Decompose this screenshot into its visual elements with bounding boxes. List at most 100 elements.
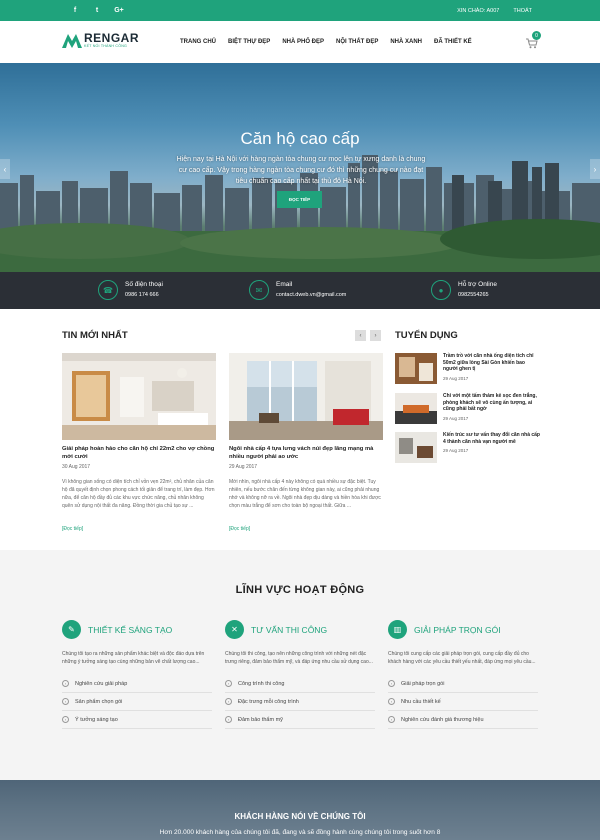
account-links: XIN CHÀO: A007 THOÁT (457, 0, 532, 21)
social-links: f t G+ (64, 0, 130, 21)
nav-item-townhouses[interactable]: NHÀ PHỐ ĐẸP (282, 39, 324, 45)
job-item[interactable]: Chỉ với một tấm thảm kẻ sọc đen trắng, p… (395, 393, 540, 427)
service-link[interactable]: › Ý tưởng sáng tạo (62, 711, 212, 729)
phone-icon: ☎ (98, 280, 118, 300)
hero-prev-button[interactable]: ‹ (0, 159, 10, 179)
chevron-right-icon: › (62, 680, 69, 687)
google-plus-icon[interactable]: G+ (108, 0, 130, 21)
logo-mark-icon (62, 34, 82, 48)
testimonials-heading: KHÁCH HÀNG NÓI VỀ CHÚNG TÔI (234, 812, 366, 821)
hero-title: Căn hộ cao cấp (240, 129, 360, 148)
chevron-right-icon: › (62, 716, 69, 723)
jobs-heading: TUYỂN DỤNG (395, 330, 458, 341)
news-image[interactable] (229, 353, 383, 440)
news-date: 30 Aug 2017 (62, 464, 91, 470)
news-card: Giải pháp hoàn hảo cho căn hộ chỉ 22m2 c… (62, 353, 216, 532)
service-link[interactable]: › Nghiên cứu đánh giá thương hiệu (388, 711, 538, 729)
service-link[interactable]: › Giải pháp trọn gói (388, 675, 538, 693)
news-prev-button[interactable]: ‹ (355, 330, 366, 341)
logo-tagline: KẾT NỐI THÀNH CÔNG (84, 44, 128, 48)
facebook-icon[interactable]: f (64, 0, 86, 21)
service-link[interactable]: › Sản phẩm chọn gói (62, 693, 212, 711)
job-item[interactable]: Kiến trúc sư tư vấn thay đổi căn nhà cấp… (395, 432, 540, 466)
email-icon: ✉ (249, 280, 269, 300)
service-desc: Chúng tôi tạo ra những sản phẩm khác biệ… (62, 651, 205, 665)
contact-bar: ☎ Số điện thoại 0986 174 666 ✉ Email con… (0, 272, 600, 309)
service-link[interactable]: › Đảm bảo thẩm mỹ (225, 711, 375, 729)
main-nav: TRANG CHỦ BIỆT THỰ ĐẸP NHÀ PHỐ ĐẸP NỘI T… (180, 21, 472, 63)
contact-online-title: Hỗ trợ Online (458, 281, 497, 288)
news-title[interactable]: Ngôi nhà cấp 4 tựa lưng vách núi đẹp lãn… (229, 445, 383, 461)
chevron-right-icon: › (388, 716, 395, 723)
chevron-right-icon: › (225, 716, 232, 723)
hero-next-button[interactable]: › (590, 159, 600, 179)
service-title[interactable]: GIẢI PHÁP TRỌN GÓI (414, 625, 501, 635)
contact-email-value[interactable]: contact.dweb.vn@gmail.com (276, 292, 346, 298)
chevron-right-icon: › (388, 680, 395, 687)
contact-online-value[interactable]: 0982554265 (458, 292, 489, 298)
contact-phone-value[interactable]: 0986 174 666 (125, 292, 159, 298)
chevron-right-icon: › (225, 698, 232, 705)
building-icon: ▥ (388, 620, 407, 639)
job-title[interactable]: Kiến trúc sư tư vấn thay đổi căn nhà cấp… (443, 432, 540, 445)
services-section: LĨNH VỰC HOẠT ĐỘNG ✎ THIẾT KẾ SÁNG TẠO C… (0, 550, 600, 780)
news-title[interactable]: Giải pháp hoàn hảo cho căn hộ chỉ 22m2 c… (62, 445, 216, 461)
service-column: ✕ TƯ VẤN THI CÔNG Chúng tôi thi công, tạ… (225, 620, 375, 729)
job-date: 29 Aug 2017 (443, 416, 469, 421)
news-heading: TIN MỚI NHẤT (62, 330, 128, 341)
twitter-icon[interactable]: t (86, 0, 108, 21)
chevron-right-icon: › (62, 698, 69, 705)
job-date: 29 Aug 2017 (443, 376, 469, 381)
logout-link[interactable]: THOÁT (513, 8, 532, 14)
nav-item-villas[interactable]: BIỆT THỰ ĐẸP (228, 39, 270, 45)
service-link[interactable]: › Công trình thi công (225, 675, 375, 693)
services-heading: LĨNH VỰC HOẠT ĐỘNG (235, 584, 365, 596)
chevron-right-icon: › (225, 680, 232, 687)
cart-button[interactable]: 0 (526, 31, 541, 49)
service-column: ▥ GIẢI PHÁP TRỌN GÓI Chúng tôi cung cấp … (388, 620, 538, 729)
news-image[interactable] (62, 353, 216, 440)
service-link[interactable]: › Đặc trưng mỗi công trình (225, 693, 375, 711)
news-image-kitchen (62, 353, 216, 440)
news-read-more-link[interactable]: [Đọc tiếp] (229, 526, 383, 532)
job-title[interactable]: Chỉ với một tấm thảm kẻ sọc đen trắng, p… (443, 393, 540, 413)
top-bar: f t G+ XIN CHÀO: A007 THOÁT (0, 0, 600, 21)
job-title[interactable]: Trầm trồ với căn nhà ống diện tích chỉ 5… (443, 353, 540, 373)
news-image-living-room (229, 353, 383, 440)
service-link[interactable]: › Nhu cầu thiết kế (388, 693, 538, 711)
hero-slider: ‹ › Căn hộ cao cấp Hiện nay tại Hà Nội v… (0, 63, 600, 272)
cart-count-badge: 0 (532, 31, 541, 40)
header: RENGAR KẾT NỐI THÀNH CÔNG TRANG CHỦ BIỆT… (0, 21, 600, 63)
news-date: 29 Aug 2017 (229, 464, 258, 470)
service-title[interactable]: TƯ VẤN THI CÔNG (251, 625, 327, 635)
chevron-right-icon: › (388, 698, 395, 705)
contact-phone-title: Số điện thoại (125, 281, 163, 288)
nav-item-green-homes[interactable]: NHÀ XANH (390, 39, 422, 45)
news-card: Ngôi nhà cấp 4 tựa lưng vách núi đẹp lãn… (229, 353, 383, 532)
service-column: ✎ THIẾT KẾ SÁNG TẠO Chúng tôi tạo ra nhữ… (62, 620, 212, 729)
nav-item-home[interactable]: TRANG CHỦ (180, 39, 216, 45)
testimonials-text: Hơn 20.000 khách hàng của chúng tôi đã, … (159, 829, 441, 836)
logo[interactable]: RENGAR KẾT NỐI THÀNH CÔNG (62, 30, 152, 52)
service-desc: Chúng tôi cung cấp các giải pháp trọn gó… (388, 651, 536, 665)
job-item[interactable]: Trầm trồ với căn nhà ống diện tích chỉ 5… (395, 353, 540, 387)
job-thumbnail (395, 432, 437, 463)
news-next-button[interactable]: › (370, 330, 381, 341)
service-desc: Chúng tôi thi công, tạo nên những công t… (225, 651, 373, 665)
contact-email-title: Email (276, 281, 293, 288)
testimonials-section: KHÁCH HÀNG NÓI VỀ CHÚNG TÔI Hơn 20.000 k… (0, 780, 600, 840)
job-thumbnail (395, 353, 437, 384)
news-excerpt: Mới nhìn, ngôi nhà cấp 4 này không có qu… (229, 479, 381, 509)
job-date: 29 Aug 2017 (443, 448, 469, 453)
hero-text: Hiện nay tại Hà Nội với hàng ngàn tòa ch… (176, 156, 426, 185)
hero-read-more-button[interactable]: ĐỌC TIẾP (277, 191, 322, 208)
logo-name: RENGAR (84, 31, 140, 45)
greeting-link[interactable]: XIN CHÀO: A007 (457, 8, 499, 14)
nav-item-designed[interactable]: ĐÃ THIẾT KẾ (434, 39, 472, 45)
service-title[interactable]: THIẾT KẾ SÁNG TẠO (88, 625, 172, 635)
service-link[interactable]: › Nghiên cứu giải pháp (62, 675, 212, 693)
chat-icon: ● (431, 280, 451, 300)
news-read-more-link[interactable]: [Đọc tiếp] (62, 526, 216, 532)
nav-item-interiors[interactable]: NỘI THẤT ĐẸP (336, 39, 378, 45)
tools-icon: ✕ (225, 620, 244, 639)
